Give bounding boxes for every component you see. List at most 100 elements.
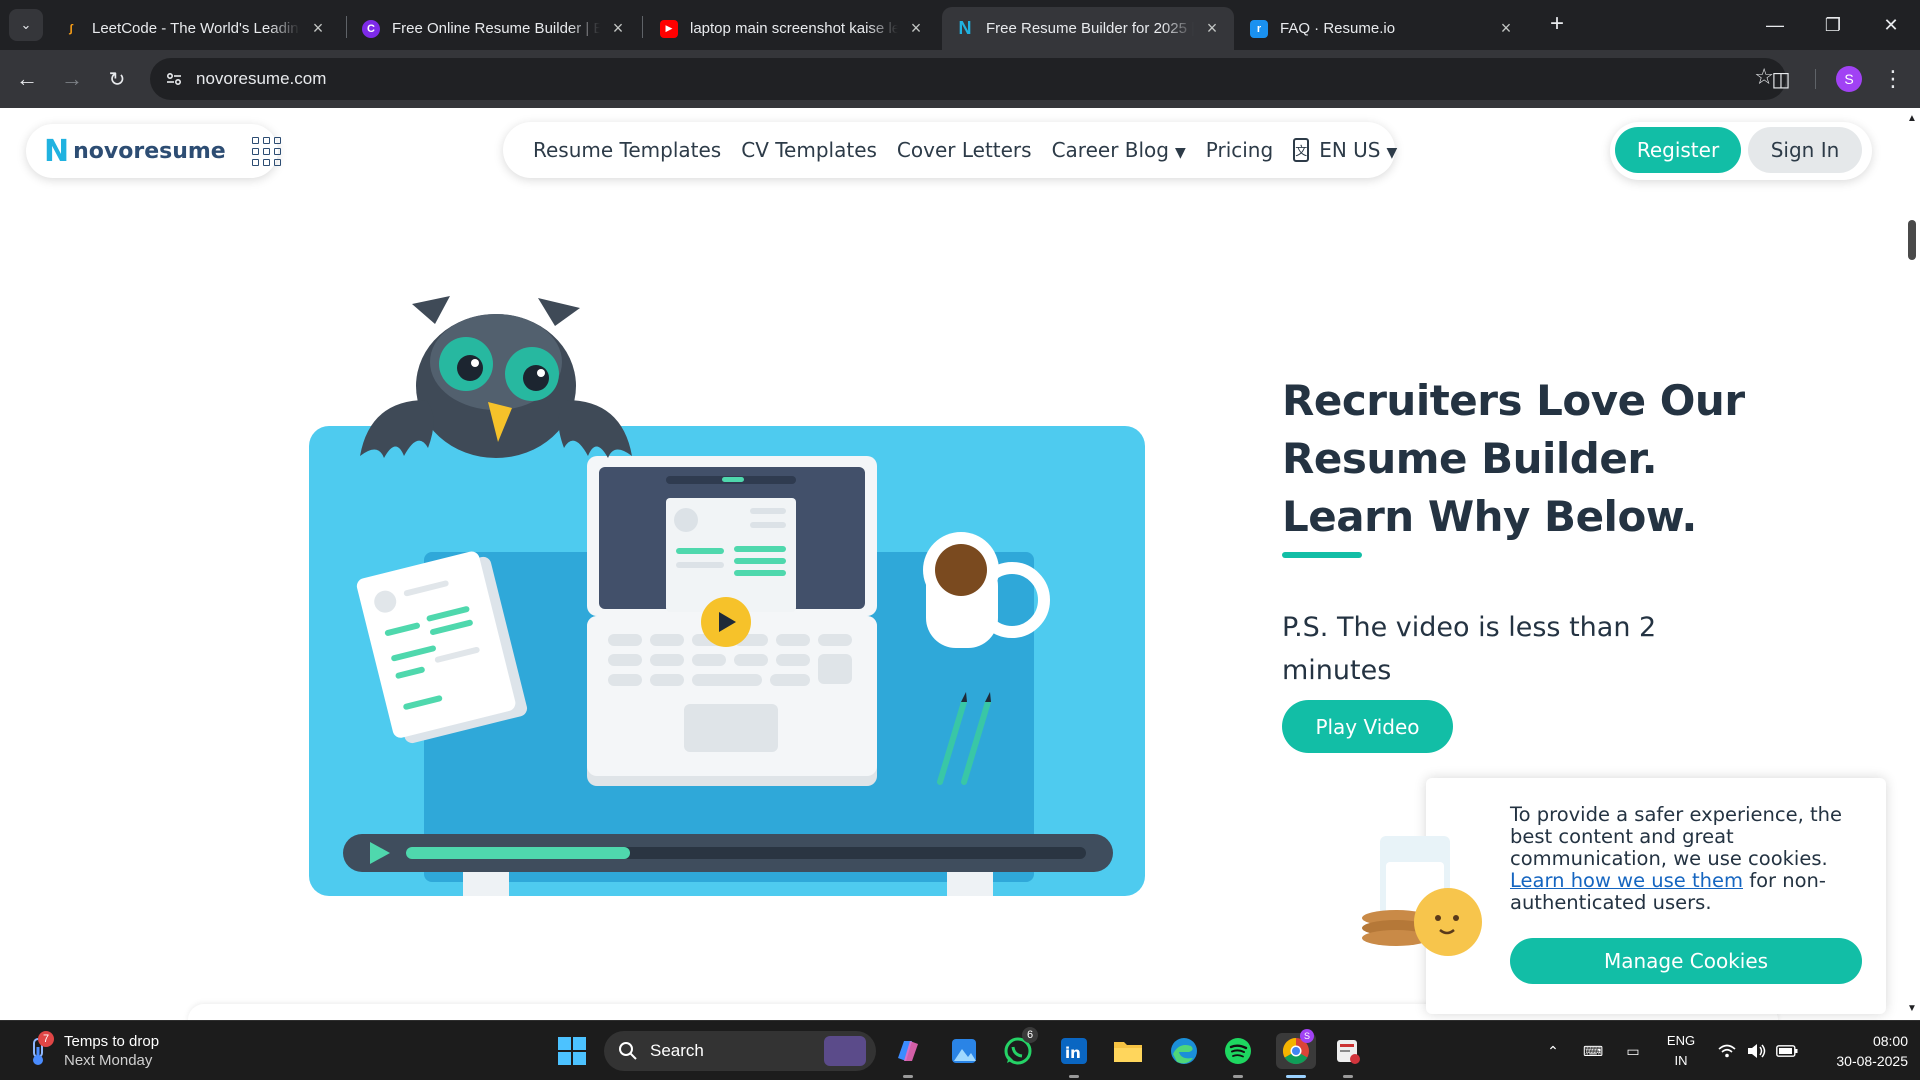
hero-title-line-1: Recruiters Love Our — [1282, 376, 1745, 425]
tab-title: Free Resume Builder for 2025 | — [986, 20, 1194, 37]
caret-down-icon: ▼ — [1174, 145, 1186, 161]
close-icon[interactable]: × — [608, 18, 628, 39]
scrollbar-thumb[interactable] — [1908, 220, 1916, 260]
kebab-menu-icon: ⋮ — [1882, 66, 1904, 91]
taskbar-edge[interactable] — [1166, 1033, 1202, 1069]
arrow-left-icon: ← — [16, 66, 38, 91]
scroll-up-icon[interactable]: ▲ — [1907, 114, 1917, 124]
restore-icon: ❐ — [1824, 14, 1842, 35]
tray-wifi[interactable] — [1712, 1021, 1742, 1080]
youtube-icon: ▶ — [660, 19, 678, 38]
system-clock[interactable]: 08:00 30-08-2025 — [1812, 1031, 1908, 1071]
taskbar-linkedin[interactable]: in — [1056, 1033, 1092, 1078]
menu-button[interactable]: ⋮ — [1876, 62, 1910, 96]
tray-volume[interactable] — [1742, 1021, 1772, 1080]
nav-pricing[interactable]: Pricing — [1206, 138, 1273, 162]
tray-display[interactable]: ▭ — [1618, 1021, 1648, 1080]
language-label: EN US — [1319, 138, 1381, 162]
extensions-button[interactable]: ◫ — [1764, 62, 1798, 96]
taskbar-photos[interactable] — [946, 1033, 982, 1069]
video-progress-bar[interactable] — [406, 847, 630, 859]
canva-icon: C — [362, 19, 380, 38]
tab-youtube[interactable]: ▶ laptop main screenshot kaise le × — [646, 7, 938, 50]
clock-date: 30-08-2025 — [1836, 1053, 1908, 1069]
site-info-icon[interactable] — [160, 65, 188, 93]
cookie-text-before: To provide a safer experience, the best … — [1510, 803, 1842, 870]
language-selector[interactable]: EN US ▼ — [1319, 138, 1397, 162]
close-window-button[interactable]: ✕ — [1862, 0, 1920, 50]
apps-grid-icon[interactable] — [251, 136, 281, 166]
cookie-policy-link[interactable]: Learn how we use them — [1510, 869, 1743, 892]
lang-line-1: ENG — [1666, 1033, 1696, 1048]
page-scrollbar[interactable]: ▲ ▼ — [1904, 108, 1920, 1020]
tab-canva[interactable]: C Free Online Resume Builder | Ea × — [348, 7, 640, 50]
close-icon[interactable]: × — [1496, 18, 1516, 39]
taskbar-whatsapp[interactable]: 6 — [1000, 1027, 1038, 1069]
tab-novoresume[interactable]: N Free Resume Builder for 2025 | × — [942, 7, 1234, 50]
running-indicator — [1069, 1075, 1079, 1078]
logo-text[interactable]: novoresume — [73, 139, 226, 164]
tray-keyboard[interactable]: ⌨ — [1578, 1021, 1608, 1080]
reload-button[interactable]: ↻ — [100, 62, 134, 96]
restore-button[interactable]: ❐ — [1804, 0, 1862, 50]
close-icon[interactable]: × — [906, 18, 926, 39]
resumeio-icon: r — [1250, 19, 1268, 38]
snipping-tool-icon — [1337, 1040, 1360, 1064]
weather-headline: Temps to drop — [64, 1033, 160, 1050]
weather-widget[interactable]: 7 Temps to drop Next Monday — [24, 1031, 224, 1071]
taskbar-snipping-tool[interactable] — [1330, 1033, 1366, 1078]
start-button[interactable] — [554, 1033, 590, 1069]
profile-avatar[interactable]: S — [1836, 66, 1862, 92]
video-play-button[interactable] — [701, 597, 751, 647]
weather-badge: 7 — [38, 1031, 54, 1047]
taskbar-file-explorer[interactable] — [1110, 1033, 1146, 1069]
wifi-icon — [1718, 1044, 1736, 1058]
back-button[interactable]: ← — [10, 62, 44, 96]
manage-cookies-button[interactable]: Manage Cookies — [1510, 938, 1862, 984]
sign-in-button[interactable]: Sign In — [1748, 127, 1862, 173]
owl-mascot — [360, 296, 632, 458]
toolbar-divider — [1815, 69, 1816, 89]
tab-title: laptop main screenshot kaise le — [690, 20, 898, 37]
video-thumbnail[interactable] — [300, 186, 1160, 906]
chevron-down-icon: ⌄ — [20, 17, 32, 32]
url-text[interactable]: novoresume.com — [196, 69, 326, 89]
new-tab-button[interactable]: + — [1542, 10, 1572, 40]
input-language[interactable]: ENG IN — [1664, 1031, 1698, 1071]
novoresume-logo-icon[interactable]: N — [44, 134, 69, 169]
running-indicator — [1343, 1075, 1353, 1078]
scroll-down-icon[interactable]: ▼ — [1907, 1004, 1917, 1014]
show-hidden-icons[interactable]: ⌃ — [1538, 1021, 1568, 1080]
taskbar-copilot[interactable] — [890, 1033, 926, 1078]
keyboard-icon: ⌨ — [1582, 1042, 1604, 1059]
cookie-milk-illustration — [1362, 836, 1482, 956]
nav-career-blog[interactable]: Career Blog ▼ — [1052, 138, 1186, 162]
close-icon[interactable]: × — [308, 18, 328, 39]
address-bar[interactable]: novoresume.com ☆ — [150, 58, 1786, 100]
taskbar-search[interactable]: Search — [604, 1031, 876, 1071]
caret-down-icon: ▼ — [1386, 145, 1398, 161]
nav-cover-letters[interactable]: Cover Letters — [897, 138, 1032, 162]
close-icon[interactable]: × — [1202, 18, 1222, 39]
folder-icon — [1114, 1042, 1142, 1062]
windows-taskbar: 7 Temps to drop Next Monday Search 6 in — [0, 1020, 1920, 1080]
taskbar-spotify[interactable] — [1220, 1033, 1256, 1078]
main-nav: Resume Templates CV Templates Cover Lett… — [503, 122, 1397, 178]
tray-battery[interactable] — [1772, 1021, 1802, 1080]
minimize-button[interactable]: — — [1746, 0, 1804, 50]
nav-cv-templates[interactable]: CV Templates — [741, 138, 877, 162]
play-video-button[interactable]: Play Video — [1282, 700, 1453, 753]
forward-button[interactable]: → — [55, 62, 89, 96]
cookie-message: To provide a safer experience, the best … — [1510, 804, 1860, 914]
volume-icon — [1748, 1044, 1766, 1058]
register-button[interactable]: Register — [1615, 127, 1741, 173]
nav-resume-templates[interactable]: Resume Templates — [533, 138, 721, 162]
tab-leetcode[interactable]: ∫ LeetCode - The World's Leading × — [48, 7, 340, 50]
logo-pill: N novoresume — [26, 124, 281, 178]
tab-search-button[interactable]: ⌄ — [9, 9, 43, 41]
taskbar-chrome[interactable]: S — [1276, 1029, 1316, 1078]
arrow-right-icon: → — [61, 66, 83, 91]
plus-icon: + — [1549, 10, 1564, 37]
tab-resumeio[interactable]: r FAQ · Resume.io × — [1236, 7, 1528, 50]
whatsapp-badge: 6 — [1022, 1027, 1038, 1043]
